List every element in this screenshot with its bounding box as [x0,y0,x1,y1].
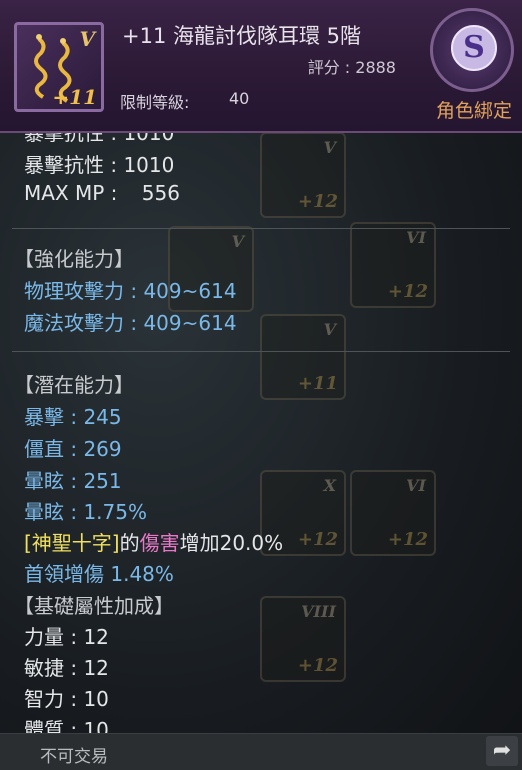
grade-letter: S [451,25,497,71]
item-rank-label: V [79,27,95,51]
divider [12,228,510,229]
potential-boss-damage: 首領增傷 1.48% [24,562,174,586]
skill-name: [神聖十字] [24,531,120,555]
enhance-heading: 【強化能力】 [14,247,134,271]
divider [12,351,510,352]
skill-tail: 增加20.0% [179,531,284,555]
base-stat: 體質 : 10 [24,718,109,733]
grade-emblem: S [430,8,514,92]
skill-damage-word: 傷害 [139,531,180,555]
item-enhance-label: +11 [52,85,97,109]
share-arrow-icon[interactable]: ➦ [486,736,518,766]
skill-mid: 的 [119,531,140,555]
bind-status: 角色綁定 [435,100,512,122]
base-heading: 【基礎屬性加成】 [14,594,174,618]
tooltip-footer: 不可交易 ➦ [0,733,522,770]
level-requirement-value: 40 [229,89,250,108]
trade-status: 不可交易 [40,747,108,767]
item-title: +11 海龍討伐隊耳環 5階 [122,24,362,48]
base-stat: 力量 : 12 [24,625,109,649]
potential-item: 暈眩 : 251 [24,469,122,493]
level-requirement-label: 限制等級: [120,93,190,112]
stat-max-mp: MAX MP : 556 [24,181,180,205]
base-stat: 智力 : 10 [24,687,109,711]
stat-max-mp-label: MAX MP : [24,181,118,205]
potential-skill-bonus: [神聖十字]的傷害增加20.0% [24,527,283,556]
potential-heading: 【潛在能力】 [14,373,134,397]
base-stat: 敏捷 : 12 [24,656,109,680]
item-tooltip-header: V +11 +11 海龍討伐隊耳環 5階 評分 : 2888 限制等級: 40 … [0,0,522,133]
stat-crit-resist: 暴擊抗性 : 1010 [24,153,175,177]
stat-max-mp-value: 556 [141,181,180,205]
item-icon: V +11 [14,22,104,112]
item-score: 評分 : 2888 [307,58,396,77]
potential-item: 暴擊 : 245 [24,405,122,429]
potential-item: 僵直 : 269 [24,437,122,461]
enhance-phys-atk: 物理攻擊力 : 409~614 [24,279,237,303]
enhance-mag-atk: 魔法攻擊力 : 409~614 [24,311,237,335]
potential-item: 暈眩 : 1.75% [24,500,147,524]
stat-line-cut: 暴擊抗性 : 1010 [24,133,175,145]
item-stats-panel[interactable]: 暴擊抗性 : 1010 暴擊抗性 : 1010 MAX MP : 556 【強化… [0,133,522,733]
